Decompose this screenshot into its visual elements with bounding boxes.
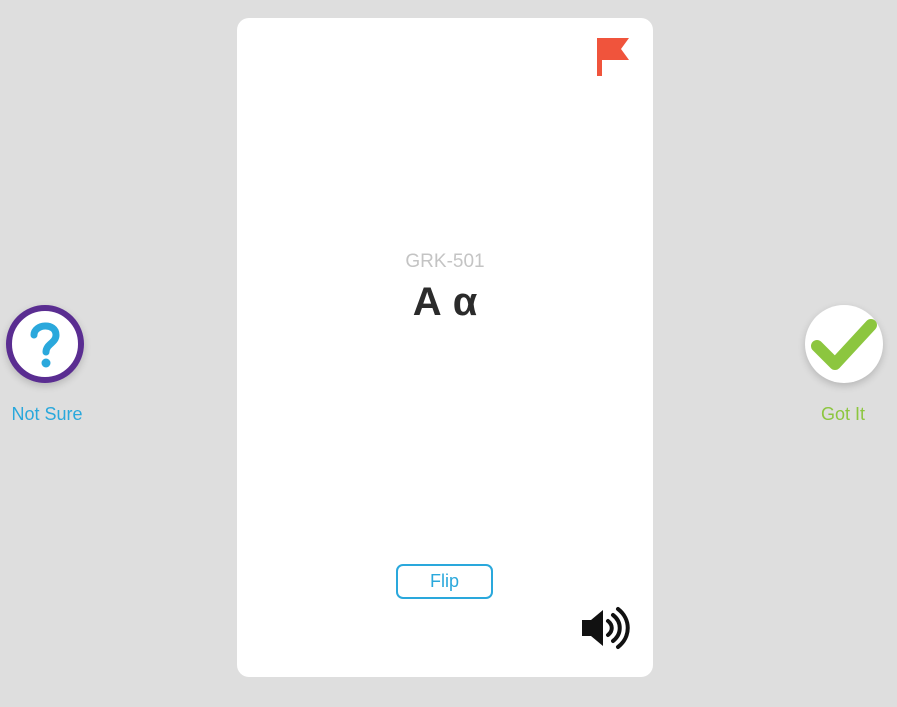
got-it-button[interactable] (805, 305, 883, 383)
checkmark-icon (811, 319, 877, 370)
card-code: GRK-501 (405, 251, 485, 272)
card-term: Α α (412, 280, 478, 324)
speaker-icon[interactable] (579, 602, 631, 654)
got-it-label[interactable]: Got It (783, 404, 897, 425)
flag-icon[interactable] (596, 36, 630, 78)
question-icon (6, 305, 84, 383)
not-sure-button[interactable] (6, 305, 84, 383)
flashcard: GRK-501 Α α Flip (237, 18, 653, 677)
not-sure-label[interactable]: Not Sure (0, 404, 107, 425)
flip-button[interactable]: Flip (396, 564, 493, 599)
